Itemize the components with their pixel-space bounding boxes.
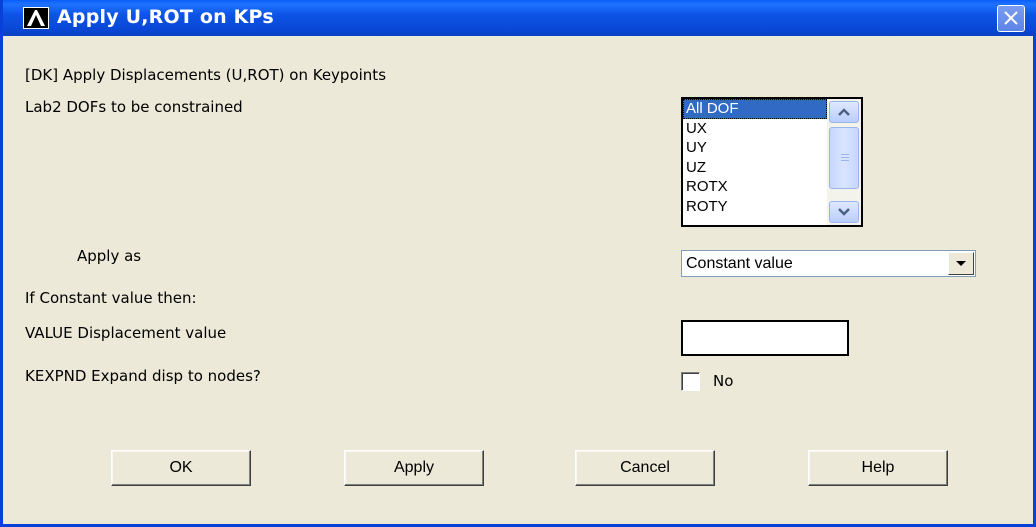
dialog-header: [DK] Apply Displacements (U,ROT) on Keyp… [25,66,387,84]
apply-as-value: Constant value [686,255,793,272]
dof-option-uy[interactable]: UY [683,138,827,158]
kexpnd-label: KEXPND Expand disp to nodes? [25,367,261,385]
displacement-value-input[interactable] [681,320,849,356]
chevron-down-icon [838,208,850,216]
dropdown-triangle-icon [956,261,966,266]
dof-option-all[interactable]: All DOF [683,99,827,119]
apply-button[interactable]: Apply [344,450,484,486]
dropdown-arrow-button[interactable] [948,252,974,275]
dialog-window: Apply U,ROT on KPs [DK] Apply Displaceme… [0,0,1036,527]
ok-button[interactable]: OK [111,450,251,486]
kexpnd-checkbox[interactable] [681,372,700,391]
scroll-down-button[interactable] [829,201,859,223]
title-bar[interactable]: Apply U,ROT on KPs [3,0,1036,36]
close-icon [1004,11,1018,25]
close-button[interactable] [997,5,1025,32]
apply-as-label: Apply as [77,247,142,265]
ansys-logo-icon [23,7,49,29]
cancel-button[interactable]: Cancel [575,450,715,486]
scroll-up-button[interactable] [829,101,859,123]
dof-option-ux[interactable]: UX [683,119,827,139]
dof-option-rotx[interactable]: ROTX [683,177,827,197]
window-title: Apply U,ROT on KPs [57,6,274,28]
chevron-up-icon [838,108,850,116]
value-label: VALUE Displacement value [25,324,227,342]
dof-listbox[interactable]: All DOF UX UY UZ ROTX ROTY [681,97,863,227]
dof-option-roty[interactable]: ROTY [683,197,827,217]
kexpnd-checkbox-label: No [713,372,734,390]
dof-option-uz[interactable]: UZ [683,158,827,178]
scroll-thumb[interactable] [829,127,859,189]
listbox-scrollbar[interactable] [827,99,861,225]
constant-note: If Constant value then: [25,289,197,307]
lab2-label: Lab2 DOFs to be constrained [25,98,243,116]
help-button[interactable]: Help [808,450,948,486]
apply-as-select[interactable]: Constant value [681,250,976,277]
